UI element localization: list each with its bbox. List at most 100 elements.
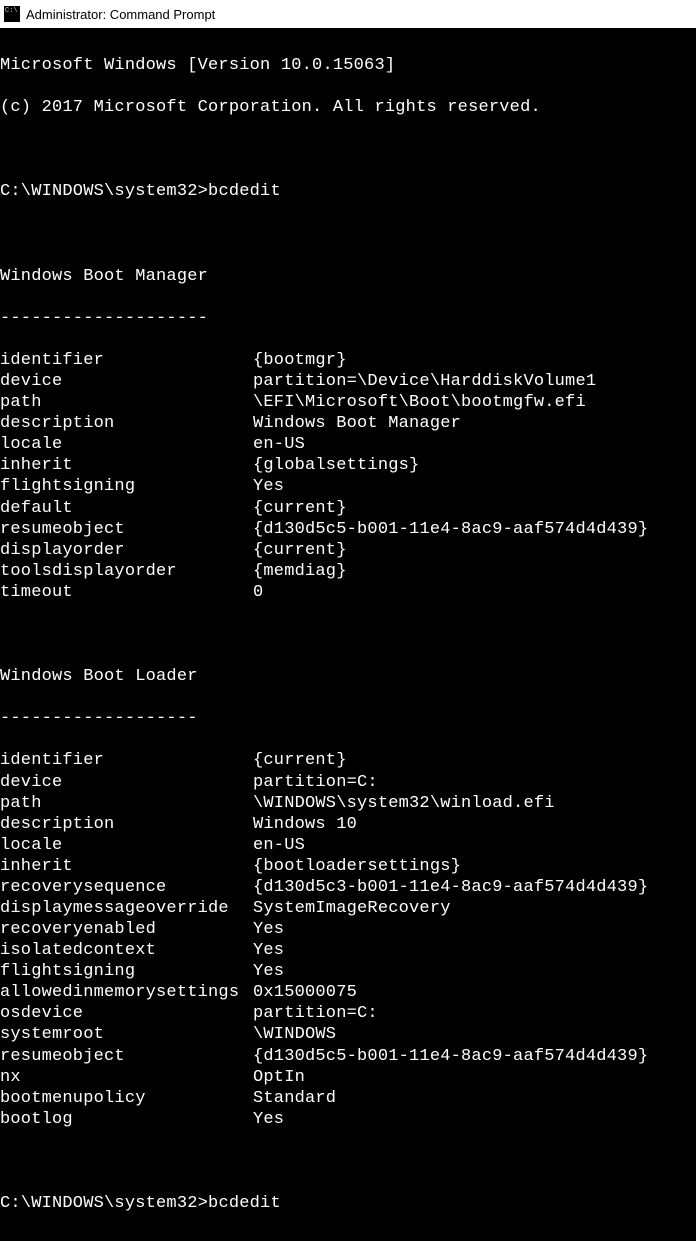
entry-value: {d130d5c3-b001-11e4-8ac9-aaf574d4d439}: [253, 877, 694, 898]
entry-key: description: [0, 814, 253, 835]
entry-key: displayorder: [0, 540, 253, 561]
entry-value: Yes: [253, 476, 694, 497]
entry-key: bootmenupolicy: [0, 1088, 253, 1109]
entry-value: partition=C:: [253, 1003, 694, 1024]
entry-value: {current}: [253, 750, 694, 771]
terminal-output[interactable]: Microsoft Windows [Version 10.0.15063] (…: [0, 28, 696, 1241]
prompt-command: bcdedit: [208, 182, 281, 201]
section-title-1: Windows Boot Manager: [0, 266, 694, 287]
entry-key: isolatedcontext: [0, 940, 253, 961]
entry-value: Yes: [253, 1109, 694, 1130]
boot-loader-row: path\WINDOWS\system32\winload.efi: [0, 793, 694, 814]
entry-key: identifier: [0, 750, 253, 771]
entry-key: displaymessageoverride: [0, 898, 253, 919]
entry-value: Windows 10: [253, 814, 694, 835]
boot-loader-row: displaymessageoverrideSystemImageRecover…: [0, 898, 694, 919]
blank-line: [0, 1151, 694, 1172]
entry-value: en-US: [253, 434, 694, 455]
boot-manager-row: inherit{globalsettings}: [0, 455, 694, 476]
boot-loader-row: identifier{current}: [0, 750, 694, 771]
section-divider-1: --------------------: [0, 308, 694, 329]
boot-loader-row: devicepartition=C:: [0, 772, 694, 793]
entry-value: \WINDOWS: [253, 1024, 694, 1045]
boot-loader-row: allowedinmemorysettings0x15000075: [0, 982, 694, 1003]
entry-key: systemroot: [0, 1024, 253, 1045]
entry-value: OptIn: [253, 1067, 694, 1088]
header-line-2: (c) 2017 Microsoft Corporation. All righ…: [0, 97, 694, 118]
boot-loader-row: recoveryenabledYes: [0, 919, 694, 940]
entry-key: bootlog: [0, 1109, 253, 1130]
entry-key: inherit: [0, 856, 253, 877]
boot-loader-row: osdevicepartition=C:: [0, 1003, 694, 1024]
entry-value: Standard: [253, 1088, 694, 1109]
boot-manager-row: descriptionWindows Boot Manager: [0, 413, 694, 434]
blank-line: [0, 624, 694, 645]
cmd-icon: [4, 6, 20, 22]
entry-value: {d130d5c5-b001-11e4-8ac9-aaf574d4d439}: [253, 1046, 694, 1067]
prompt-command: bcdedit: [208, 1194, 281, 1213]
entry-key: locale: [0, 835, 253, 856]
blank-line: [0, 224, 694, 245]
window-titlebar[interactable]: Administrator: Command Prompt: [0, 0, 696, 28]
entry-key: nx: [0, 1067, 253, 1088]
entry-value: 0: [253, 582, 694, 603]
boot-loader-row: descriptionWindows 10: [0, 814, 694, 835]
entry-key: path: [0, 392, 253, 413]
boot-loader-row: bootlogYes: [0, 1109, 694, 1130]
entry-value: {current}: [253, 498, 694, 519]
boot-loader-row: systemroot\WINDOWS: [0, 1024, 694, 1045]
boot-manager-row: default{current}: [0, 498, 694, 519]
boot-manager-row: path\EFI\Microsoft\Boot\bootmgfw.efi: [0, 392, 694, 413]
entry-value: {d130d5c5-b001-11e4-8ac9-aaf574d4d439}: [253, 519, 694, 540]
entry-key: device: [0, 772, 253, 793]
entry-value: en-US: [253, 835, 694, 856]
prompt-path: C:\WINDOWS\system32>: [0, 1194, 208, 1213]
entry-value: partition=\Device\HarddiskVolume1: [253, 371, 694, 392]
entry-value: \WINDOWS\system32\winload.efi: [253, 793, 694, 814]
entry-key: description: [0, 413, 253, 434]
boot-loader-row: inherit{bootloadersettings}: [0, 856, 694, 877]
boot-loader-row: localeen-US: [0, 835, 694, 856]
entry-key: device: [0, 371, 253, 392]
entry-value: Yes: [253, 961, 694, 982]
entry-key: osdevice: [0, 1003, 253, 1024]
entry-value: 0x15000075: [253, 982, 694, 1003]
boot-manager-row: identifier{bootmgr}: [0, 350, 694, 371]
entry-key: path: [0, 793, 253, 814]
prompt-line-1: C:\WINDOWS\system32>bcdedit: [0, 181, 694, 202]
boot-manager-row: resumeobject{d130d5c5-b001-11e4-8ac9-aaf…: [0, 519, 694, 540]
entry-key: resumeobject: [0, 519, 253, 540]
entry-value: SystemImageRecovery: [253, 898, 694, 919]
section-divider-2: -------------------: [0, 708, 694, 729]
boot-manager-row: devicepartition=\Device\HarddiskVolume1: [0, 371, 694, 392]
entry-value: partition=C:: [253, 772, 694, 793]
entry-key: identifier: [0, 350, 253, 371]
header-line-1: Microsoft Windows [Version 10.0.15063]: [0, 55, 694, 76]
entry-value: {current}: [253, 540, 694, 561]
entry-value: Yes: [253, 940, 694, 961]
section-title-2: Windows Boot Loader: [0, 666, 694, 687]
boot-manager-row: flightsigningYes: [0, 476, 694, 497]
boot-loader-row: flightsigningYes: [0, 961, 694, 982]
boot-loader-row: recoverysequence{d130d5c3-b001-11e4-8ac9…: [0, 877, 694, 898]
entry-value: \EFI\Microsoft\Boot\bootmgfw.efi: [253, 392, 694, 413]
entry-key: flightsigning: [0, 961, 253, 982]
entry-value: {bootloadersettings}: [253, 856, 694, 877]
entry-value: Windows Boot Manager: [253, 413, 694, 434]
entry-value: {bootmgr}: [253, 350, 694, 371]
entry-key: toolsdisplayorder: [0, 561, 253, 582]
blank-line: [0, 139, 694, 160]
entry-value: {globalsettings}: [253, 455, 694, 476]
boot-manager-row: timeout0: [0, 582, 694, 603]
entry-key: flightsigning: [0, 476, 253, 497]
boot-manager-row: displayorder{current}: [0, 540, 694, 561]
entry-key: resumeobject: [0, 1046, 253, 1067]
entry-key: inherit: [0, 455, 253, 476]
entry-key: recoveryenabled: [0, 919, 253, 940]
boot-loader-row: nxOptIn: [0, 1067, 694, 1088]
boot-loader-row: isolatedcontextYes: [0, 940, 694, 961]
prompt-path: C:\WINDOWS\system32>: [0, 182, 208, 201]
boot-loader-row: resumeobject{d130d5c5-b001-11e4-8ac9-aaf…: [0, 1046, 694, 1067]
entry-key: allowedinmemorysettings: [0, 982, 253, 1003]
entry-key: timeout: [0, 582, 253, 603]
